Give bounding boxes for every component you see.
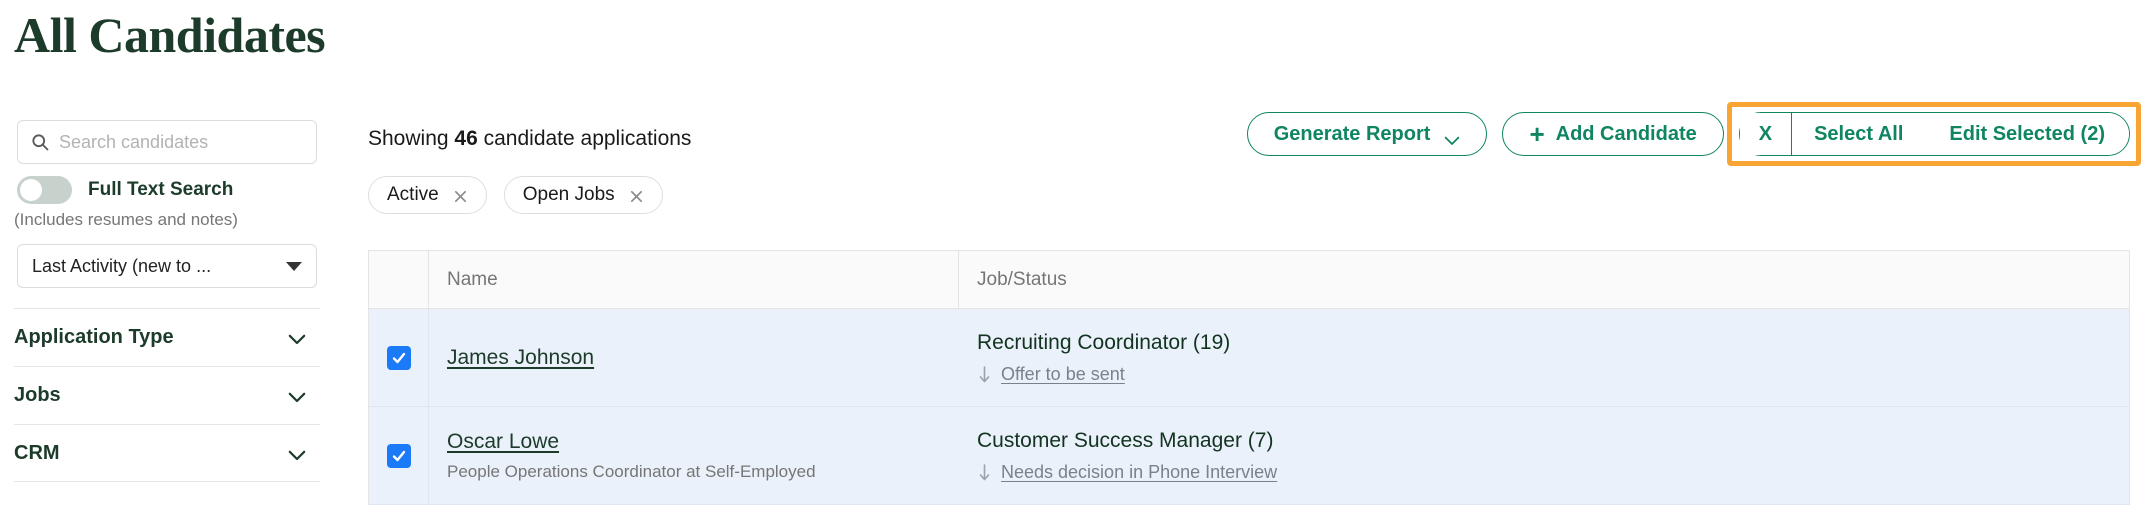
full-text-search-toggle-row[interactable]: Full Text Search [17, 176, 233, 204]
chevron-down-icon [288, 390, 306, 403]
filter-label: CRM [14, 441, 60, 464]
candidate-name-link[interactable]: James Johnson [447, 346, 594, 370]
full-text-search-label: Full Text Search [88, 179, 234, 200]
full-text-search-toggle[interactable] [17, 176, 72, 204]
generate-report-button[interactable]: Generate Report [1246, 112, 1488, 156]
table-row[interactable]: Oscar Lowe People Operations Coordinator… [369, 407, 2129, 505]
table-row[interactable]: James Johnson Recruiting Coordinator (19… [369, 309, 2129, 407]
plus-icon: + [1529, 118, 1545, 149]
row-checkbox[interactable] [386, 443, 411, 468]
chevron-down-icon [286, 261, 302, 271]
chevron-down-icon [1444, 129, 1460, 146]
arrow-down-icon [977, 365, 992, 384]
job-status-row: Offer to be sent [977, 364, 2111, 385]
showing-suffix: candidate applications [483, 127, 692, 150]
active-filter-chips: Active Open Jobs [368, 176, 680, 214]
clear-selection-button[interactable]: X [1739, 113, 1792, 155]
add-candidate-label: Add Candidate [1555, 122, 1697, 145]
candidate-name-cell: Oscar Lowe People Operations Coordinator… [429, 407, 959, 504]
selection-controls: X Select All Edit Selected (2) [1726, 102, 2141, 166]
candidate-name-cell: James Johnson [429, 309, 959, 406]
job-status-link[interactable]: Needs decision in Phone Interview [1001, 462, 1277, 483]
add-candidate-button[interactable]: + Add Candidate [1502, 112, 1724, 156]
search-input[interactable] [59, 121, 304, 163]
search-candidates-box[interactable] [17, 120, 317, 164]
showing-prefix: Showing [368, 127, 449, 150]
filter-label: Application Type [14, 326, 174, 348]
row-checkbox-cell[interactable] [369, 309, 429, 406]
chevron-down-icon [288, 332, 306, 345]
sidebar-item-crm[interactable]: CRM [14, 424, 320, 482]
candidates-page: All Candidates Full Text Search (Include… [0, 0, 2152, 532]
filter-chip-active[interactable]: Active [368, 176, 487, 214]
job-status-link[interactable]: Offer to be sent [1001, 364, 1125, 385]
job-title: Customer Success Manager (7) [977, 428, 1274, 452]
close-icon[interactable] [453, 188, 468, 203]
chevron-down-icon [288, 448, 306, 460]
job-title: Recruiting Coordinator (19) [977, 330, 1231, 354]
filter-sections: Application Type Jobs CRM [14, 308, 320, 482]
filter-chip-open-jobs[interactable]: Open Jobs [503, 176, 663, 214]
showing-count: 46 [454, 127, 478, 150]
job-status-row: Needs decision in Phone Interview [977, 462, 2111, 483]
page-title: All Candidates [14, 7, 326, 63]
sidebar-item-application-type[interactable]: Application Type [14, 308, 320, 366]
toggle-knob [20, 179, 42, 201]
close-icon[interactable] [629, 188, 644, 203]
selection-button-group: X Select All Edit Selected (2) [1738, 112, 2130, 156]
candidate-subtitle: People Operations Coordinator at Self-Em… [447, 461, 816, 481]
generate-report-label: Generate Report [1273, 122, 1431, 145]
header-checkbox-cell [369, 251, 429, 308]
results-count-text: Showing 46 candidate applications [368, 127, 691, 151]
chip-label: Open Jobs [522, 184, 615, 205]
candidate-job-cell: Customer Success Manager (7) Needs decis… [959, 407, 2129, 504]
candidate-job-cell: Recruiting Coordinator (19) Offer to be … [959, 309, 2129, 406]
search-icon [30, 132, 50, 152]
column-header-name: Name [429, 251, 959, 308]
sort-dropdown[interactable]: Last Activity (new to ... [17, 244, 317, 288]
toolbar-actions: Generate Report + Add Candidate X Select… [1246, 102, 2141, 166]
candidates-table: Name Job/Status James Johnson Recruiting… [368, 250, 2130, 505]
column-header-job-status: Job/Status [977, 268, 1067, 290]
candidate-name-link[interactable]: Oscar Lowe [447, 430, 559, 454]
arrow-down-icon [977, 463, 992, 482]
sort-dropdown-value: Last Activity (new to ... [32, 255, 212, 276]
filter-label: Jobs [14, 384, 61, 406]
sidebar-item-jobs[interactable]: Jobs [14, 366, 320, 424]
edit-selected-button[interactable]: Edit Selected (2) [1925, 113, 2129, 155]
row-checkbox-cell[interactable] [369, 407, 429, 504]
chip-label: Active [387, 184, 439, 205]
row-checkbox[interactable] [386, 345, 411, 370]
full-text-search-sublabel: (Includes resumes and notes) [14, 210, 238, 229]
table-header-row: Name Job/Status [369, 251, 2129, 309]
select-all-button[interactable]: Select All [1792, 113, 1926, 155]
